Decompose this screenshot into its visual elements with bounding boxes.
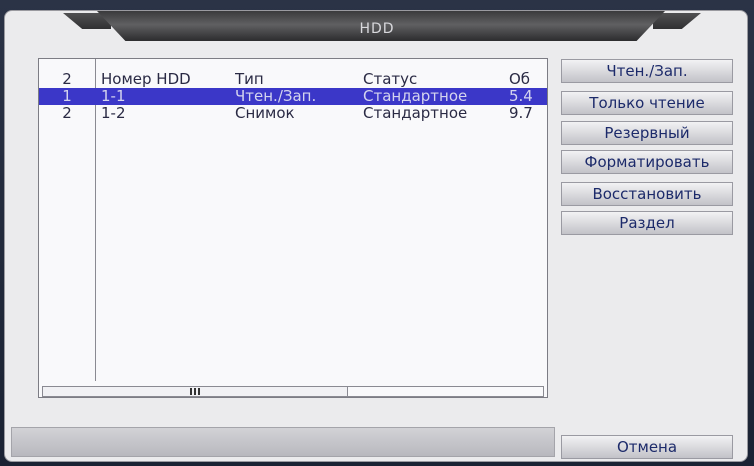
row-index: 1 xyxy=(62,88,72,105)
row-hdd-number: 1-2 xyxy=(101,105,126,122)
row-status: Стандартное xyxy=(363,88,468,105)
row-status: Стандартное xyxy=(363,105,468,122)
scrollbar-thumb[interactable] xyxy=(43,387,348,396)
read-write-button[interactable]: Чтен./Зап. xyxy=(561,59,733,83)
hdd-dialog: HDD 2 Номер HDD Тип Статус Об 1 1-1 Чтен… xyxy=(4,10,748,462)
read-only-button[interactable]: Только чтение xyxy=(561,91,733,115)
format-button[interactable]: Форматировать xyxy=(561,150,733,174)
redundant-button[interactable]: Резервный xyxy=(561,121,733,145)
dialog-title: HDD xyxy=(359,21,395,37)
cancel-button[interactable]: Отмена xyxy=(561,435,733,459)
header-hdd-number[interactable]: Номер HDD xyxy=(101,71,231,88)
row-type: Снимок xyxy=(235,105,295,122)
recover-button[interactable]: Восстановить xyxy=(561,182,733,206)
header-count: 2 xyxy=(62,71,72,88)
horizontal-scrollbar[interactable] xyxy=(42,386,544,397)
bottom-bar xyxy=(11,427,555,457)
partition-button[interactable]: Раздел xyxy=(561,211,733,235)
table-header: 2 Номер HDD Тип Статус Об xyxy=(39,71,547,88)
row-index: 2 xyxy=(62,105,72,122)
header-type[interactable]: Тип xyxy=(235,71,359,88)
grip-icon xyxy=(190,388,200,395)
row-hdd-number: 1-1 xyxy=(101,88,126,105)
header-status[interactable]: Статус xyxy=(363,71,505,88)
row-type: Чтен./Зап. xyxy=(235,88,317,105)
row-size: 5.4 xyxy=(509,88,533,105)
table-row[interactable]: 2 1-2 Снимок Стандартное 9.7 xyxy=(39,105,547,122)
table-row-selected[interactable]: 1 1-1 Чтен./Зап. Стандартное 5.4 xyxy=(39,88,547,105)
header-size[interactable]: Об xyxy=(509,71,547,88)
hdd-table: 2 Номер HDD Тип Статус Об 1 1-1 Чтен./За… xyxy=(38,58,548,398)
row-size: 9.7 xyxy=(509,105,533,122)
